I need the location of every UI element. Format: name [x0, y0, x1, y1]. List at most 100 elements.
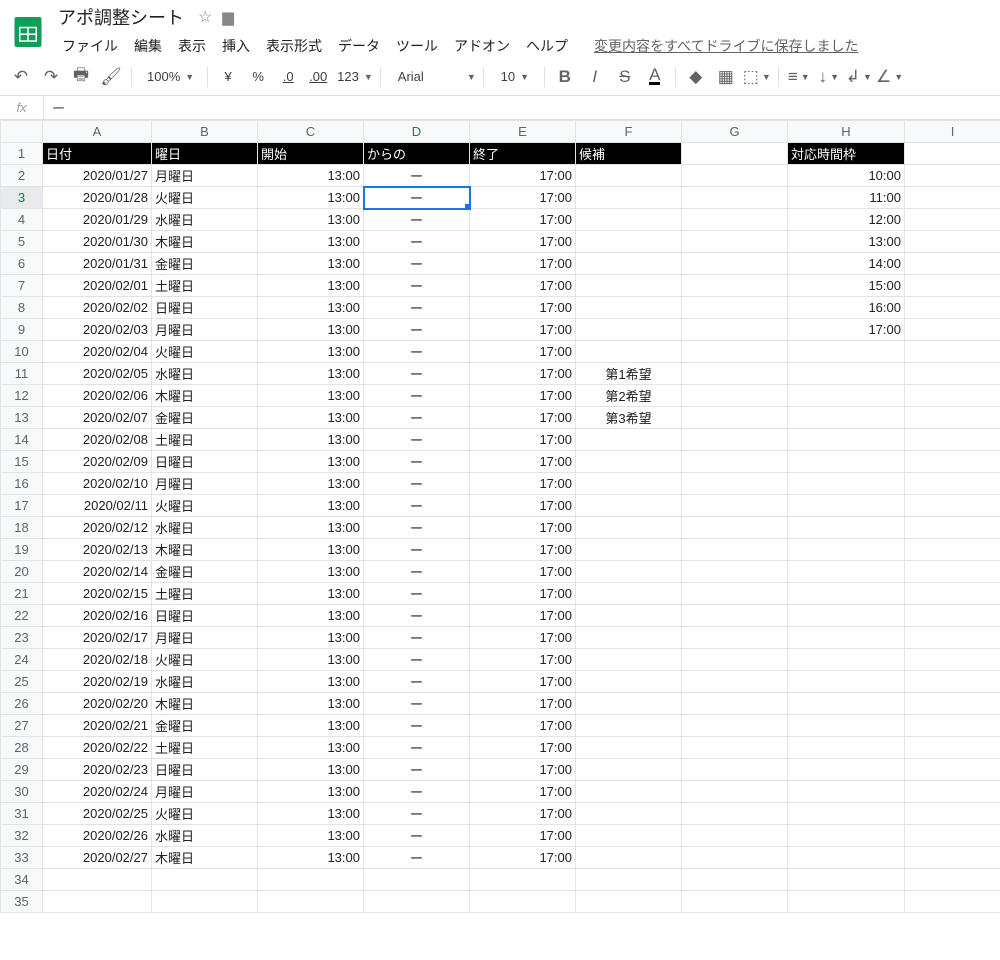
cell-B28[interactable]: 土曜日	[152, 737, 258, 759]
paint-format-button[interactable]: 🖌	[98, 64, 124, 90]
cell-E9[interactable]: 17:00	[470, 319, 576, 341]
cell-A10[interactable]: 2020/02/04	[43, 341, 152, 363]
borders-button[interactable]: ▦	[713, 64, 739, 90]
cell-I14[interactable]	[905, 429, 1000, 451]
cell-A18[interactable]: 2020/02/12	[43, 517, 152, 539]
save-status[interactable]: 変更内容をすべてドライブに保存しました	[586, 32, 866, 60]
cell-I34[interactable]	[905, 869, 1000, 891]
cell-I10[interactable]	[905, 341, 1000, 363]
cell-D12[interactable]: ー	[364, 385, 470, 407]
cell-C19[interactable]: 13:00	[258, 539, 364, 561]
row-header[interactable]: 14	[1, 429, 43, 451]
cell-B23[interactable]: 月曜日	[152, 627, 258, 649]
cell-B1[interactable]: 曜日	[152, 143, 258, 165]
cell-E5[interactable]: 17:00	[470, 231, 576, 253]
cell-H10[interactable]	[788, 341, 905, 363]
merge-cells-button[interactable]: ⬚▼	[743, 64, 771, 90]
cell-A1[interactable]: 日付	[43, 143, 152, 165]
cell-A21[interactable]: 2020/02/15	[43, 583, 152, 605]
cell-F31[interactable]	[576, 803, 682, 825]
cell-B7[interactable]: 土曜日	[152, 275, 258, 297]
cell-G32[interactable]	[682, 825, 788, 847]
cell-D18[interactable]: ー	[364, 517, 470, 539]
cell-G10[interactable]	[682, 341, 788, 363]
cell-E20[interactable]: 17:00	[470, 561, 576, 583]
cell-G21[interactable]	[682, 583, 788, 605]
cell-B11[interactable]: 水曜日	[152, 363, 258, 385]
row-header[interactable]: 31	[1, 803, 43, 825]
row-header[interactable]: 22	[1, 605, 43, 627]
row-header[interactable]: 9	[1, 319, 43, 341]
print-button[interactable]: 🖶	[68, 64, 94, 90]
cell-C25[interactable]: 13:00	[258, 671, 364, 693]
cell-E15[interactable]: 17:00	[470, 451, 576, 473]
cell-C15[interactable]: 13:00	[258, 451, 364, 473]
cell-D33[interactable]: ー	[364, 847, 470, 869]
row-header[interactable]: 8	[1, 297, 43, 319]
column-header-B[interactable]: B	[152, 121, 258, 143]
cell-I4[interactable]	[905, 209, 1000, 231]
font-select[interactable]: Arial▼	[388, 64, 476, 90]
cell-B35[interactable]	[152, 891, 258, 913]
decrease-decimal-button[interactable]: .0	[275, 64, 301, 90]
cell-E23[interactable]: 17:00	[470, 627, 576, 649]
column-header-E[interactable]: E	[470, 121, 576, 143]
cell-E19[interactable]: 17:00	[470, 539, 576, 561]
cell-C2[interactable]: 13:00	[258, 165, 364, 187]
cell-A16[interactable]: 2020/02/10	[43, 473, 152, 495]
row-header[interactable]: 20	[1, 561, 43, 583]
cell-H28[interactable]	[788, 737, 905, 759]
cell-D13[interactable]: ー	[364, 407, 470, 429]
cell-D26[interactable]: ー	[364, 693, 470, 715]
cell-I26[interactable]	[905, 693, 1000, 715]
cell-B2[interactable]: 月曜日	[152, 165, 258, 187]
cell-D8[interactable]: ー	[364, 297, 470, 319]
cell-E3[interactable]: 17:00	[470, 187, 576, 209]
text-wrap-button[interactable]: ↲▼	[846, 64, 872, 90]
row-header[interactable]: 19	[1, 539, 43, 561]
cell-F25[interactable]	[576, 671, 682, 693]
cell-B9[interactable]: 月曜日	[152, 319, 258, 341]
vertical-align-button[interactable]: ↓▼	[816, 64, 842, 90]
cell-C5[interactable]: 13:00	[258, 231, 364, 253]
cell-B24[interactable]: 火曜日	[152, 649, 258, 671]
cell-H30[interactable]	[788, 781, 905, 803]
cell-B12[interactable]: 木曜日	[152, 385, 258, 407]
cell-H32[interactable]	[788, 825, 905, 847]
cell-I32[interactable]	[905, 825, 1000, 847]
cell-G12[interactable]	[682, 385, 788, 407]
cell-E7[interactable]: 17:00	[470, 275, 576, 297]
cell-D32[interactable]: ー	[364, 825, 470, 847]
cell-I15[interactable]	[905, 451, 1000, 473]
number-format-select[interactable]: 123▼	[335, 64, 373, 90]
cell-D2[interactable]: ー	[364, 165, 470, 187]
cell-A22[interactable]: 2020/02/16	[43, 605, 152, 627]
cell-C14[interactable]: 13:00	[258, 429, 364, 451]
cell-I25[interactable]	[905, 671, 1000, 693]
cell-A5[interactable]: 2020/01/30	[43, 231, 152, 253]
column-header-C[interactable]: C	[258, 121, 364, 143]
cell-F15[interactable]	[576, 451, 682, 473]
row-header[interactable]: 23	[1, 627, 43, 649]
cell-C3[interactable]: 13:00	[258, 187, 364, 209]
cell-D27[interactable]: ー	[364, 715, 470, 737]
menu-edit[interactable]: 編集	[126, 32, 170, 60]
row-header[interactable]: 3	[1, 187, 43, 209]
cell-I27[interactable]	[905, 715, 1000, 737]
cell-A8[interactable]: 2020/02/02	[43, 297, 152, 319]
cell-H12[interactable]	[788, 385, 905, 407]
cell-G23[interactable]	[682, 627, 788, 649]
cell-H6[interactable]: 14:00	[788, 253, 905, 275]
cell-I21[interactable]	[905, 583, 1000, 605]
cell-G15[interactable]	[682, 451, 788, 473]
fill-color-button[interactable]: ◆	[683, 64, 709, 90]
cell-G34[interactable]	[682, 869, 788, 891]
cell-H16[interactable]	[788, 473, 905, 495]
cell-F14[interactable]	[576, 429, 682, 451]
cell-G11[interactable]	[682, 363, 788, 385]
cell-F26[interactable]	[576, 693, 682, 715]
cell-F29[interactable]	[576, 759, 682, 781]
cell-C35[interactable]	[258, 891, 364, 913]
cell-C26[interactable]: 13:00	[258, 693, 364, 715]
row-header[interactable]: 10	[1, 341, 43, 363]
